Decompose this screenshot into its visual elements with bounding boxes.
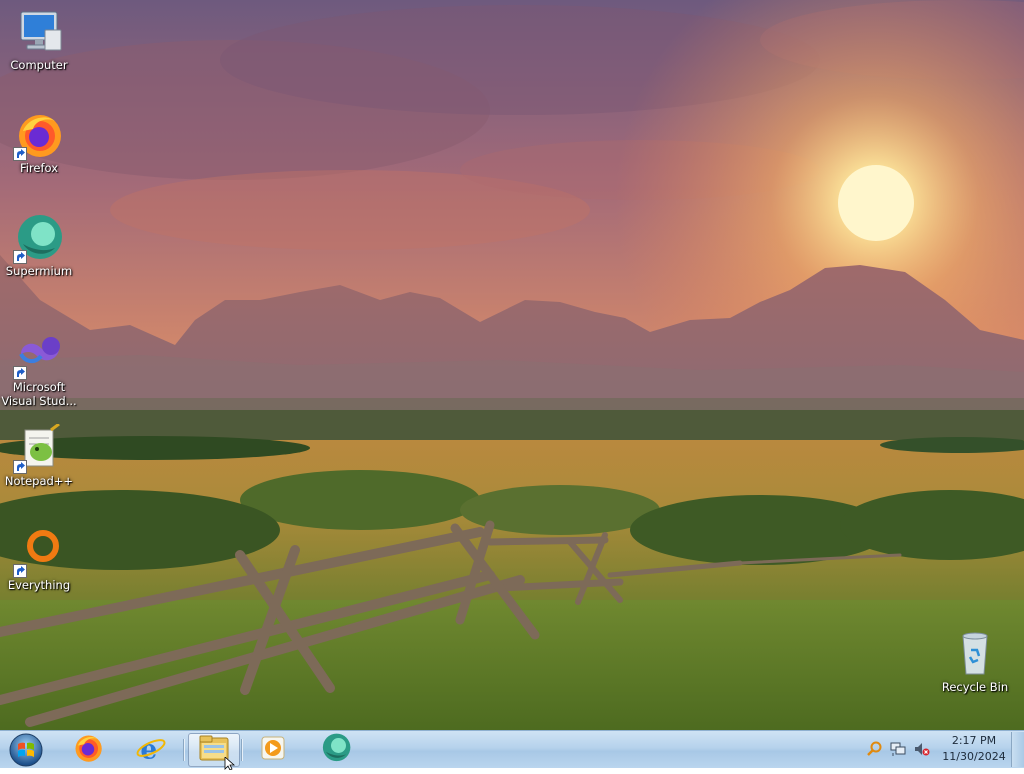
shortcut-arrow-icon <box>13 460 27 474</box>
firefox-icon <box>73 733 103 767</box>
system-clock[interactable]: 2:17 PM 11/30/2024 <box>938 733 1010 765</box>
desktop-icon-visual-studio[interactable]: Microsoft Visual Stud... <box>0 330 78 408</box>
visual-studio-icon <box>13 330 63 380</box>
taskbar: e 2:17 PM 11/30/2024 <box>0 730 1024 768</box>
desktop-icon-label: Firefox <box>19 161 59 175</box>
desktop-icon-label: Computer <box>10 58 68 72</box>
taskbar-button-media-player[interactable] <box>247 733 299 767</box>
taskbar-button-internet-explorer[interactable]: e <box>125 733 177 767</box>
shortcut-arrow-icon <box>13 250 27 264</box>
shortcut-arrow-icon <box>13 564 27 578</box>
clock-time: 2:17 PM <box>951 734 997 747</box>
recycle-bin-icon <box>951 630 999 678</box>
shortcut-arrow-icon <box>13 147 27 161</box>
volume-muted-icon[interactable] <box>914 741 930 757</box>
everything-icon <box>13 528 63 578</box>
desktop-icon-label: Recycle Bin <box>941 680 1009 694</box>
desktop-icon-label: Supermium <box>5 264 73 278</box>
desktop-icon-notepadpp[interactable]: Notepad++ <box>0 422 78 488</box>
svg-text:e: e <box>140 735 157 763</box>
search-icon[interactable] <box>866 741 882 757</box>
firefox-icon <box>13 111 63 161</box>
desktop-icon-computer[interactable]: Computer <box>0 8 78 72</box>
media-player-icon <box>259 734 287 766</box>
show-desktop-button[interactable] <box>1011 732 1024 767</box>
clock-date: 11/30/2024 <box>942 750 1006 763</box>
shortcut-arrow-icon <box>13 366 27 380</box>
network-icon[interactable] <box>890 741 906 757</box>
taskbar-button-firefox[interactable] <box>62 733 114 767</box>
desktop-icon-everything[interactable]: Everything <box>0 528 78 592</box>
desktop-icon-label: Notepad++ <box>4 474 74 488</box>
taskbar-separator <box>241 739 242 761</box>
desktop-icon-firefox[interactable]: Firefox <box>0 111 78 175</box>
desktop-icon-supermium[interactable]: Supermium <box>0 214 78 278</box>
supermium-icon <box>321 733 351 767</box>
internet-explorer-icon: e <box>135 733 167 767</box>
start-button[interactable] <box>6 732 46 768</box>
taskbar-button-supermium[interactable] <box>310 733 362 767</box>
desktop-icon-label: Everything <box>7 578 71 592</box>
desktop-icon-recycle-bin[interactable]: Recycle Bin <box>936 630 1014 694</box>
desktop-wallpaper <box>0 0 1024 730</box>
desktop-icon-label: Microsoft Visual Stud... <box>1 380 77 408</box>
computer-icon <box>15 8 63 56</box>
taskbar-separator <box>183 739 184 761</box>
notepadpp-icon <box>13 422 63 474</box>
mouse-cursor-icon <box>224 755 236 771</box>
supermium-icon <box>13 214 63 264</box>
